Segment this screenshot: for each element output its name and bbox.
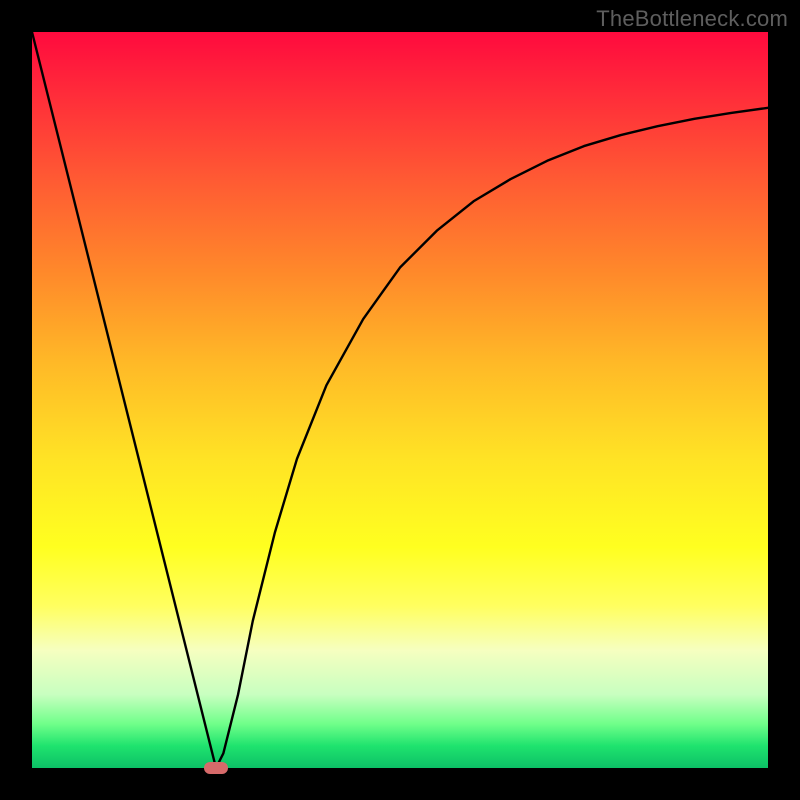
watermark-text: TheBottleneck.com (596, 6, 788, 32)
bottleneck-curve (32, 32, 768, 768)
chart-frame: TheBottleneck.com (0, 0, 800, 800)
curve-svg (32, 32, 768, 768)
min-marker (204, 762, 228, 774)
plot-area (32, 32, 768, 768)
